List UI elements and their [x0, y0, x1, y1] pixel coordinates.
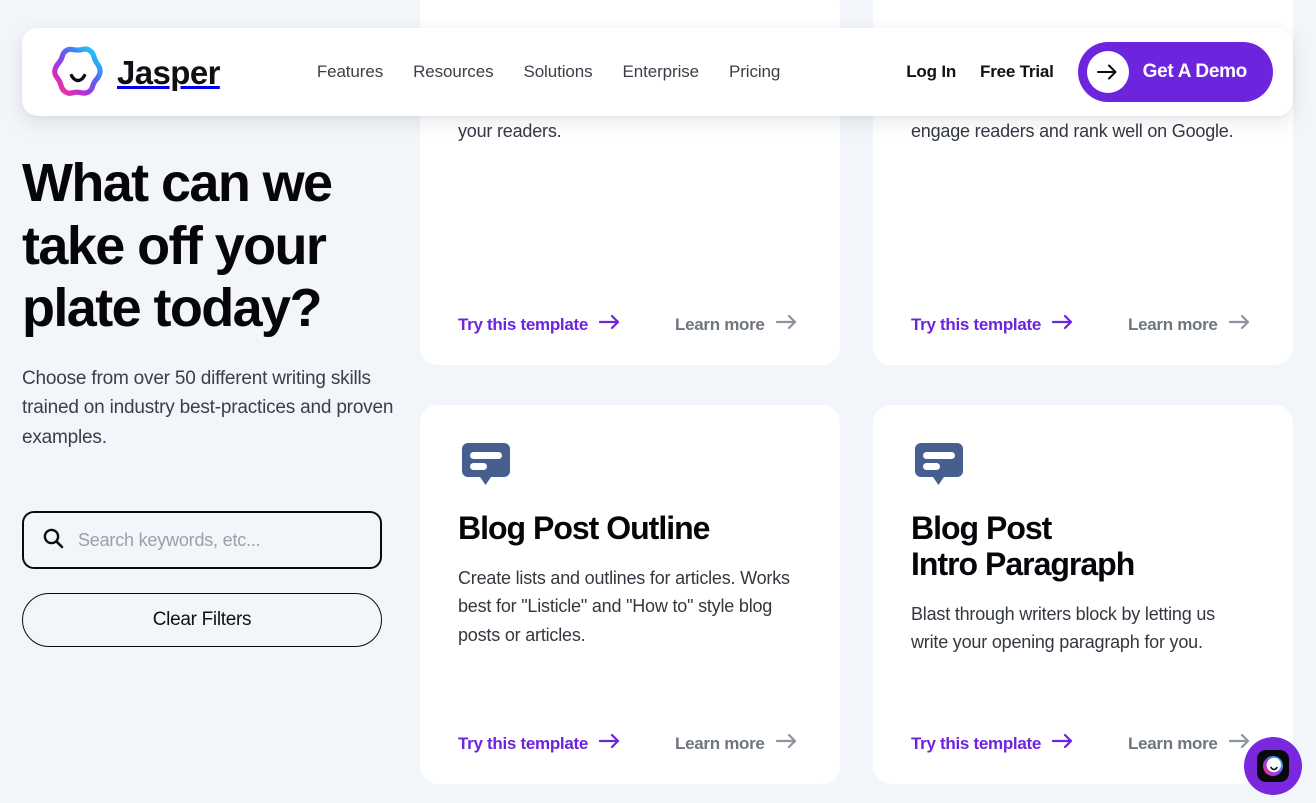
arrow-right-icon [1052, 733, 1074, 754]
arrow-right-icon [1087, 51, 1129, 93]
try-this-template-link[interactable]: Try this template [911, 314, 1074, 335]
card-links: Try this template Learn more [458, 707, 802, 754]
header-actions: Log In Free Trial Get A Demo [906, 42, 1273, 102]
nav-item-pricing[interactable]: Pricing [729, 62, 780, 82]
try-this-template-label: Try this template [911, 315, 1041, 335]
card-links: Try this template Learn more [911, 707, 1255, 754]
search-box[interactable] [22, 511, 382, 569]
arrow-right-icon [1052, 314, 1074, 335]
learn-more-link[interactable]: Learn more [675, 733, 798, 754]
get-a-demo-label: Get A Demo [1143, 61, 1247, 83]
card-description: Create lists and outlines for articles. … [458, 564, 802, 649]
template-card-grid: Creative Story Write deliciously creativ… [420, 0, 1316, 784]
cloud-icon [458, 0, 802, 20]
try-this-template-label: Try this template [458, 315, 588, 335]
try-this-template-link[interactable]: Try this template [458, 733, 621, 754]
nav-item-resources[interactable]: Resources [413, 62, 493, 82]
learn-more-link[interactable]: Learn more [1128, 733, 1251, 754]
learn-more-label: Learn more [1128, 315, 1218, 335]
log-in-link[interactable]: Log In [906, 62, 956, 82]
template-card[interactable]: Blog Post Outline Create lists and outli… [420, 405, 840, 784]
chat-launcher-button[interactable] [1244, 737, 1302, 795]
main-nav: Features Resources Solutions Enterprise … [317, 62, 780, 82]
learn-more-link[interactable]: Learn more [675, 314, 798, 335]
card-title: Blog Post Outline [458, 511, 802, 547]
chat-bubble-icon [458, 439, 802, 495]
arrow-right-icon [599, 314, 621, 335]
filter-sidebar: What can we take off your plate today? C… [22, 152, 422, 647]
try-this-template-link[interactable]: Try this template [911, 733, 1074, 754]
page-title: What can we take off your plate today? [22, 152, 362, 340]
brand-name: Jasper [117, 56, 220, 89]
nav-item-features[interactable]: Features [317, 62, 383, 82]
try-this-template-label: Try this template [911, 734, 1041, 754]
clear-filters-button[interactable]: Clear Filters [22, 593, 382, 647]
site-header: Jasper Features Resources Solutions Ente… [22, 28, 1293, 116]
card-links: Try this template Learn more [458, 288, 802, 335]
learn-more-label: Learn more [675, 734, 765, 754]
card-title: Blog Post Intro Paragraph [911, 511, 1255, 583]
free-trial-link[interactable]: Free Trial [980, 62, 1054, 82]
chat-bubble-icon [911, 439, 1255, 495]
template-card[interactable]: Blog Post Intro Paragraph Blast through … [873, 405, 1293, 784]
arrow-right-icon [1229, 314, 1251, 335]
nav-item-solutions[interactable]: Solutions [523, 62, 592, 82]
page-subtitle: Choose from over 50 different writing sk… [22, 364, 394, 452]
try-this-template-label: Try this template [458, 734, 588, 754]
arrow-right-icon [776, 314, 798, 335]
jasper-chat-avatar-icon [1257, 750, 1289, 782]
learn-more-link[interactable]: Learn more [1128, 314, 1251, 335]
arrow-right-icon [599, 733, 621, 754]
learn-more-label: Learn more [1128, 734, 1218, 754]
card-description: Blast through writers block by letting u… [911, 600, 1255, 657]
arrow-right-icon [776, 733, 798, 754]
card-links: Try this template Learn more [911, 288, 1255, 335]
try-this-template-link[interactable]: Try this template [458, 314, 621, 335]
learn-more-label: Learn more [675, 315, 765, 335]
brand-logo-link[interactable]: Jasper [52, 46, 220, 98]
get-a-demo-button[interactable]: Get A Demo [1078, 42, 1273, 102]
search-icon [42, 527, 64, 554]
jasper-logo-icon [52, 46, 104, 98]
triangle-down-icon [911, 0, 1255, 20]
nav-item-enterprise[interactable]: Enterprise [623, 62, 699, 82]
search-input[interactable] [78, 530, 362, 551]
